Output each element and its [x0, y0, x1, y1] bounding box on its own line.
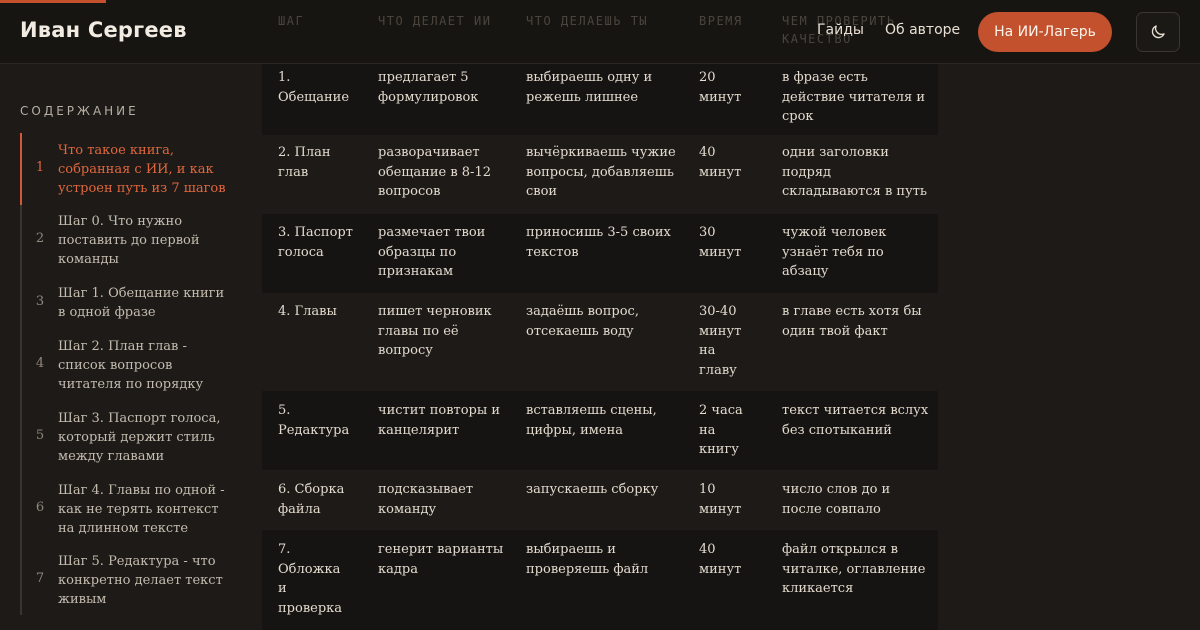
cell-check: в главе есть хотя бы один твой факт: [782, 304, 922, 339]
table-row: 2. План глав разворачивает обещание в 8-…: [262, 135, 938, 214]
cell-you-do: вставляешь сцены, цифры, имена: [526, 403, 657, 438]
cell-check: одни заголовки подряд складываются в пут…: [782, 145, 927, 199]
cell-time: 2 часа на книгу: [699, 403, 743, 457]
cell-ai-does: генерит варианты кадра: [378, 542, 504, 577]
toc-item-2[interactable]: 2 Шаг 0. Что нужно поставить до первой к…: [22, 212, 242, 269]
cell-ai-does: предлагает 5 формулировок: [378, 70, 479, 105]
table-row: 1. Обещание предлагает 5 формулировок вы…: [262, 64, 938, 135]
toc-item-5[interactable]: 5 Шаг 3. Паспорт голоса, который держит …: [22, 409, 242, 466]
cell-you-do: приносишь 3-5 своих текстов: [526, 225, 671, 260]
cell-check: в фразе есть действие читателя и срок: [782, 70, 925, 124]
toc-item-number: 5: [35, 428, 45, 443]
cell-time: 40 минут: [699, 145, 742, 180]
table-row: 5. Редактура чистит повторы и канцелярит…: [262, 391, 938, 470]
toc-item-label: Шаг 4. Главы по одной - как не терять ко…: [58, 483, 225, 536]
toc-item-label: Шаг 5. Редактура - что конкретно делает …: [58, 554, 223, 607]
cell-check: чужой человек узнаёт тебя по абзацу: [782, 225, 887, 279]
table-of-contents: 1 Что такое книга, собранная с ИИ, и как…: [20, 133, 240, 615]
table-row: 3. Паспорт голоса размечает твои образцы…: [262, 214, 938, 293]
cell-ai-does: чистит повторы и канцелярит: [378, 403, 501, 438]
nav-link-about[interactable]: Об авторе: [885, 22, 960, 38]
table-row: 4. Главы пишет черновик главы по её вопр…: [262, 293, 938, 391]
toc-item-7[interactable]: 7 Шаг 5. Редактура - что конкретно делае…: [22, 552, 242, 609]
cell-ai-does: пишет черновик главы по её вопросу: [378, 304, 492, 358]
toc-item-number: 4: [35, 356, 45, 371]
cell-step: 2. План глав: [278, 145, 331, 180]
cell-time: 20 минут: [699, 70, 742, 105]
cell-ai-does: размечает твои образцы по признакам: [378, 225, 486, 279]
cell-you-do: запускаешь сборку: [526, 482, 659, 497]
cell-you-do: задаёшь вопрос, отсекаешь воду: [526, 304, 639, 339]
theme-toggle-button[interactable]: [1136, 12, 1180, 52]
toc-title: СОДЕРЖАНИЕ: [20, 104, 139, 118]
cell-step: 6. Сборка файла: [278, 482, 345, 517]
toc-item-label: Шаг 2. План глав - список вопросов читат…: [58, 339, 204, 392]
toc-item-6[interactable]: 6 Шаг 4. Главы по одной - как не терять …: [22, 481, 242, 538]
toc-item-label: Шаг 3. Паспорт голоса, который держит ст…: [58, 411, 221, 464]
toc-item-number: 7: [35, 571, 45, 586]
toc-item-label: Шаг 0. Что нужно поставить до первой ком…: [58, 214, 200, 267]
cell-time: 10 минут: [699, 482, 742, 517]
cell-check: текст читается вслух без спотыканий: [782, 403, 929, 438]
cell-check: файл открылся в читалке, оглавление клик…: [782, 542, 926, 596]
toc-item-label: Шаг 1. Обещание книги в одной фразе: [58, 286, 225, 320]
cell-step: 7. Обложка и проверка: [278, 542, 343, 616]
cell-time: 40 минут: [699, 542, 742, 577]
cell-you-do: выбираешь и проверяешь файл: [526, 542, 649, 577]
cell-step: 5. Редактура: [278, 403, 350, 438]
camp-cta-button[interactable]: На ИИ-Лагерь: [978, 12, 1112, 52]
toc-item-number: 3: [35, 294, 45, 309]
toc-item-number: 2: [35, 231, 45, 246]
cell-check: число слов до и после совпало: [782, 482, 891, 517]
toc-item-1[interactable]: 1 Что такое книга, собранная с ИИ, и как…: [22, 141, 242, 198]
cell-time: 30 минут: [699, 225, 742, 260]
moon-icon: [1151, 25, 1165, 39]
cell-ai-does: подсказывает команду: [378, 482, 474, 517]
cell-time: 30-40 минут на главу: [699, 304, 742, 378]
cell-you-do: вычёркиваешь чужие вопросы, добавляешь с…: [526, 145, 676, 199]
reading-progress-bar: [0, 0, 106, 3]
toc-item-number: 6: [35, 500, 45, 515]
cell-ai-does: разворачивает обещание в 8-12 вопросов: [378, 145, 491, 199]
toc-item-3[interactable]: 3 Шаг 1. Обещание книги в одной фразе: [22, 284, 242, 322]
table-row: 7. Обложка и проверка генерит варианты к…: [262, 530, 938, 630]
cell-you-do: выбираешь одну и режешь лишнее: [526, 70, 653, 105]
table-row: 6. Сборка файла подсказывает команду зап…: [262, 470, 938, 530]
toc-item-number: 1: [35, 160, 45, 175]
nav-link-guides[interactable]: Гайды: [817, 22, 864, 38]
toc-item-label: Что такое книга, собранная с ИИ, и как у…: [58, 143, 226, 196]
site-logo[interactable]: Иван Сергеев: [20, 18, 187, 42]
cell-step: 1. Обещание: [278, 70, 350, 105]
cell-step: 3. Паспорт голоса: [278, 225, 353, 260]
toc-item-4[interactable]: 4 Шаг 2. План глав - список вопросов чит…: [22, 337, 242, 394]
cell-step: 4. Главы: [278, 304, 337, 319]
